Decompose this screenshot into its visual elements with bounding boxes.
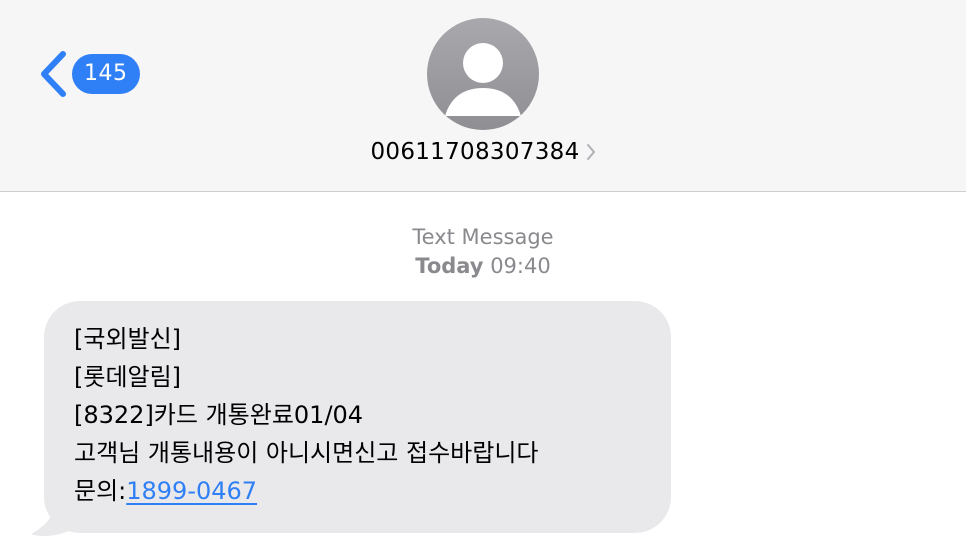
day-label: Today <box>415 254 484 278</box>
message-timestamp: Text Message Today 09:40 <box>0 223 966 281</box>
message-line: [롯데알림] <box>74 363 182 391</box>
message-line: [국외발신] <box>74 325 182 353</box>
contact-name: 00611708307384 <box>370 139 580 165</box>
message-line: 고객님 개통내용이 아니시면신고 접수바랍니다 <box>74 439 539 467</box>
time-label: 09:40 <box>490 254 551 278</box>
phone-number-link[interactable]: 1899-0467 <box>126 477 257 505</box>
incoming-message[interactable]: [국외발신] [롯데알림] [8322]카드 개통완료01/04 고객님 개통내… <box>31 301 674 537</box>
message-line-contact: 문의:1899-0467 <box>74 472 651 510</box>
person-silhouette-icon <box>445 43 521 116</box>
avatar[interactable] <box>427 18 539 130</box>
service-label: Text Message <box>412 225 554 249</box>
date-time-label: Today 09:40 <box>0 252 966 281</box>
message-bubble: [국외발신] [롯데알림] [8322]카드 개통완료01/04 고객님 개통내… <box>44 301 671 533</box>
unread-count-badge: 145 <box>72 54 140 94</box>
chevron-left-icon <box>41 51 66 97</box>
inquiry-label: 문의: <box>74 477 127 505</box>
chevron-right-icon <box>586 144 595 160</box>
messages-screen: 145 00611708307384 Text Message Today 09… <box>0 0 966 552</box>
back-button[interactable]: 145 <box>36 48 140 100</box>
conversation-header: 145 00611708307384 <box>0 0 966 192</box>
contact-name-button[interactable]: 00611708307384 <box>0 139 966 165</box>
message-line: [8322]카드 개통완료01/04 <box>74 401 364 429</box>
